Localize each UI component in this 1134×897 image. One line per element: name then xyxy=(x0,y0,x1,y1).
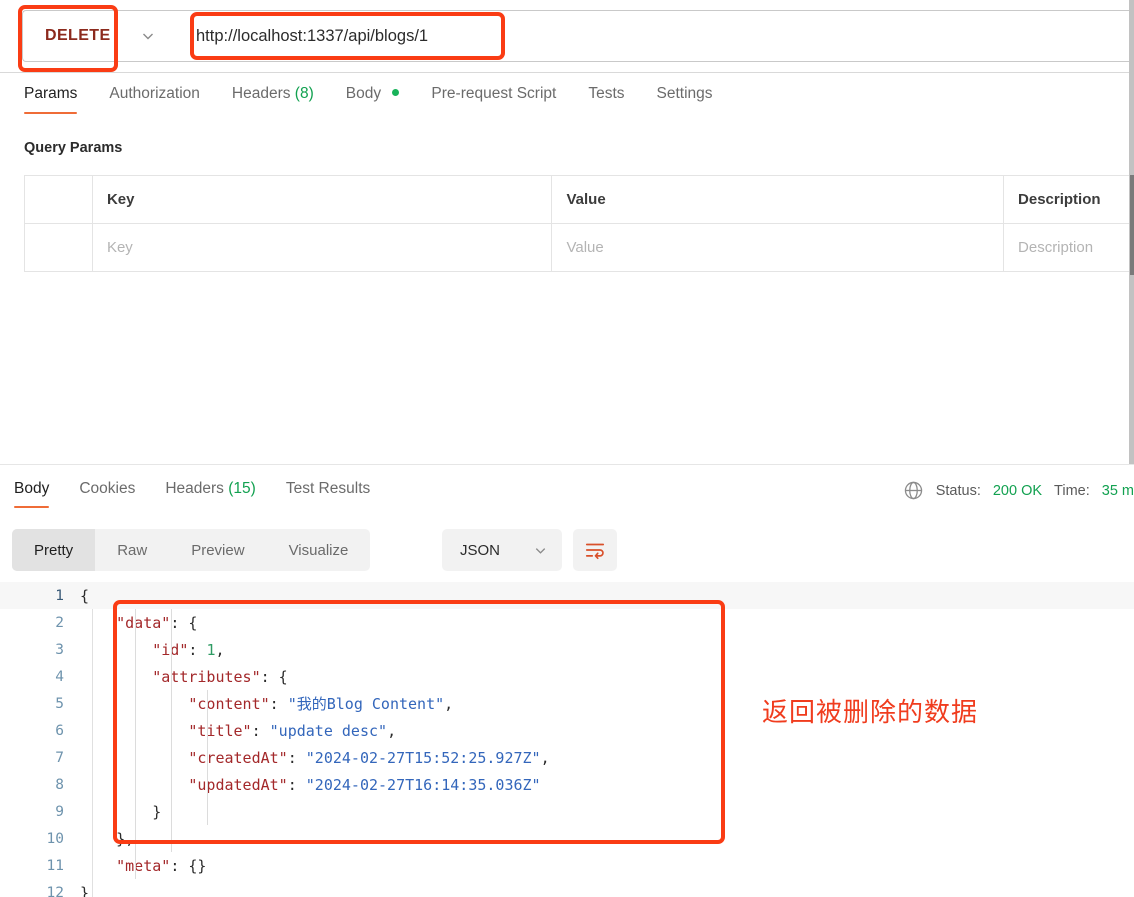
query-params-title: Query Params xyxy=(24,140,123,156)
response-status-bar: Status: 200 OK Time: 35 m xyxy=(903,480,1134,501)
line-number: 5 xyxy=(55,695,64,712)
format-tab-visualize-label: Visualize xyxy=(288,541,349,559)
format-tab-preview-label: Preview xyxy=(191,541,245,559)
http-method-label: DELETE xyxy=(45,27,111,44)
row-checkbox-cell[interactable] xyxy=(24,223,93,272)
table-row[interactable]: Key Value Description xyxy=(24,223,1134,272)
tab-headers[interactable]: Headers (8) xyxy=(232,73,314,114)
tab-response-headers-count: (15) xyxy=(228,480,256,497)
status-badge: 200 OK xyxy=(992,482,1043,499)
tab-tests[interactable]: Tests xyxy=(588,73,624,114)
line-number: 2 xyxy=(55,614,64,631)
tab-test-results[interactable]: Test Results xyxy=(286,470,370,508)
tab-test-results-label: Test Results xyxy=(285,480,371,497)
format-tab-raw-label: Raw xyxy=(117,541,148,559)
header-cell-key: Key xyxy=(106,191,135,208)
indent-guide xyxy=(207,690,208,825)
code-line: 11 "meta": {} xyxy=(0,852,1134,879)
format-tab-preview[interactable]: Preview xyxy=(169,529,266,571)
line-number: 8 xyxy=(55,776,64,793)
response-body-viewer[interactable]: 1 { 2 "data": { 3 "id": 1, 4 "attributes… xyxy=(0,582,1134,897)
table-header-row: Key Value Description xyxy=(24,175,1134,224)
http-method-selector[interactable]: DELETE xyxy=(22,10,170,62)
chevron-down-icon xyxy=(535,547,546,554)
indent-guide xyxy=(171,609,172,852)
body-modified-dot-icon xyxy=(392,89,400,96)
request-url-text: http://localhost:1337/api/blogs/1 xyxy=(196,26,429,45)
tab-settings-label: Settings xyxy=(656,85,713,102)
response-format-tabs: Pretty Raw Preview Visualize xyxy=(12,529,371,571)
panel-divider xyxy=(0,464,1134,465)
line-number: 11 xyxy=(46,857,64,874)
annotation-note: 返回被删除的数据 xyxy=(762,698,979,728)
code-line: 12 } xyxy=(0,879,1134,897)
header-cell-description: Description xyxy=(1018,191,1101,208)
tab-params-label: Params xyxy=(24,85,78,102)
tab-authorization[interactable]: Authorization xyxy=(109,73,199,114)
format-tab-raw[interactable]: Raw xyxy=(95,529,169,571)
request-bar: DELETE http://localhost:1337/api/blogs/1 xyxy=(0,0,1134,73)
line-number: 3 xyxy=(55,641,64,658)
time-value: 35 m xyxy=(1101,482,1134,499)
row-key-cell[interactable]: Key xyxy=(92,223,553,272)
tab-settings[interactable]: Settings xyxy=(657,73,713,114)
row-description-cell[interactable]: Description xyxy=(1003,223,1134,272)
format-tab-visualize[interactable]: Visualize xyxy=(267,529,371,571)
tab-body[interactable]: Body xyxy=(346,73,400,114)
row-description-placeholder: Description xyxy=(1018,239,1094,256)
vertical-scrollbar-thumb[interactable] xyxy=(1130,175,1134,275)
query-params-table: Key Value Description Key Value Descript… xyxy=(24,175,1134,272)
tab-response-cookies[interactable]: Cookies xyxy=(79,470,135,508)
header-cell-value: Value xyxy=(566,191,606,208)
tab-response-cookies-label: Cookies xyxy=(79,480,136,497)
row-key-placeholder: Key xyxy=(106,239,133,256)
tab-headers-label: Headers xyxy=(231,85,291,102)
line-number: 4 xyxy=(55,668,64,685)
row-value-cell[interactable]: Value xyxy=(551,223,1005,272)
tab-response-body-label: Body xyxy=(14,480,50,497)
request-url-field[interactable]: http://localhost:1337/api/blogs/1 xyxy=(170,10,1134,62)
postman-window: DELETE http://localhost:1337/api/blogs/1… xyxy=(0,0,1134,897)
status-label: Status: xyxy=(935,482,981,499)
tab-pre-request-script-label: Pre-request Script xyxy=(431,85,557,102)
tab-response-headers-label: Headers xyxy=(165,480,224,497)
tab-headers-count: (8) xyxy=(294,85,314,102)
format-tab-pretty-label: Pretty xyxy=(34,541,74,559)
tab-pre-request-script[interactable]: Pre-request Script xyxy=(431,73,556,114)
indent-guide xyxy=(135,609,136,879)
tab-authorization-label: Authorization xyxy=(109,85,200,102)
code-line: 1 { xyxy=(0,582,1134,609)
line-number: 10 xyxy=(46,830,64,847)
line-number: 9 xyxy=(55,803,64,820)
chevron-down-icon xyxy=(143,33,153,40)
response-language-select[interactable]: JSON xyxy=(442,529,562,571)
wrap-text-icon xyxy=(585,543,605,560)
line-number: 1 xyxy=(55,587,64,604)
line-number: 6 xyxy=(55,722,64,739)
response-language-value: JSON xyxy=(460,541,501,559)
time-label: Time: xyxy=(1054,482,1090,499)
header-cell-checkbox xyxy=(24,175,93,224)
tab-body-label: Body xyxy=(345,85,382,102)
request-tab-bar: Params Authorization Headers (8) Body Pr… xyxy=(0,73,1134,121)
row-value-placeholder: Value xyxy=(566,239,604,256)
wrap-text-button[interactable] xyxy=(573,529,617,571)
format-tab-pretty[interactable]: Pretty xyxy=(12,529,96,571)
tab-response-body[interactable]: Body xyxy=(14,470,50,508)
tab-params[interactable]: Params xyxy=(24,73,78,114)
line-number: 7 xyxy=(55,749,64,766)
tab-tests-label: Tests xyxy=(588,85,625,102)
tab-response-headers[interactable]: Headers (15) xyxy=(165,470,255,508)
globe-icon xyxy=(904,481,922,500)
line-number: 12 xyxy=(46,884,64,897)
